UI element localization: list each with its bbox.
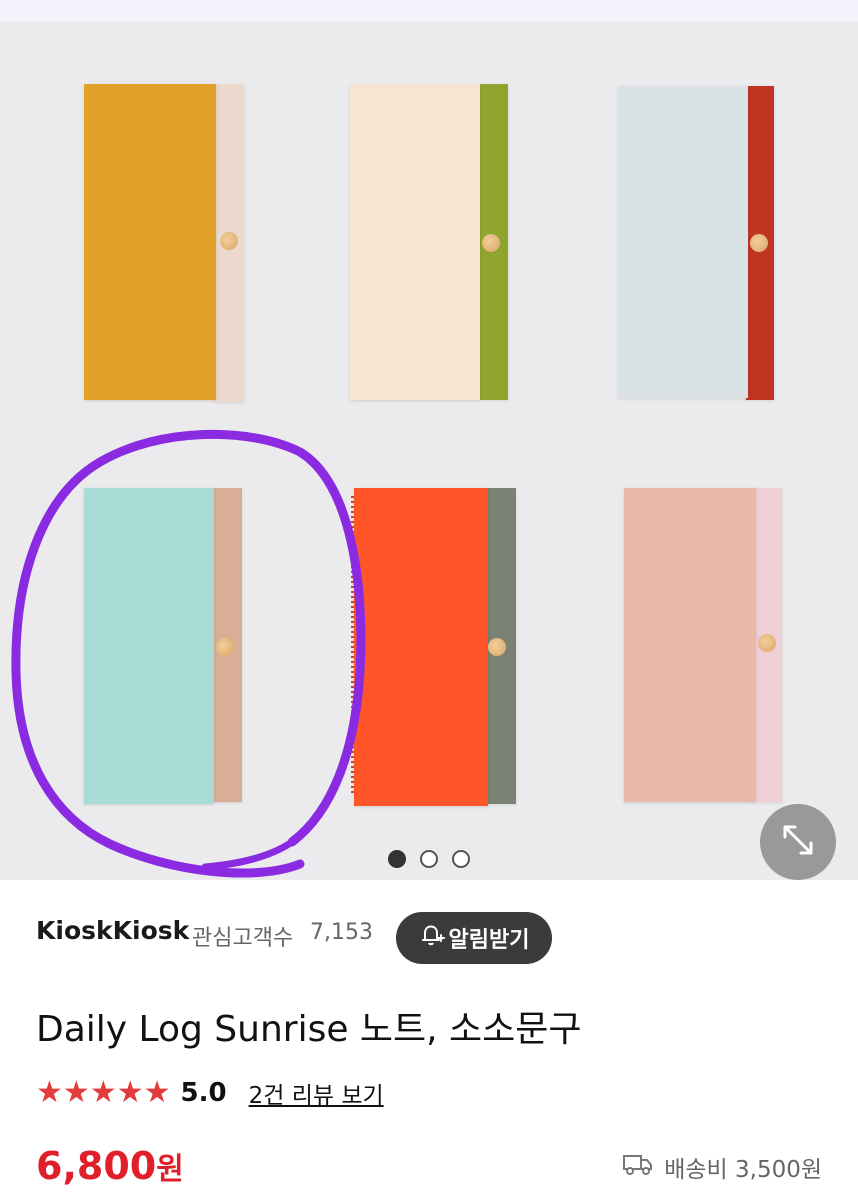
notebook-snap-dot	[482, 234, 500, 252]
notebook-snap-dot	[488, 638, 506, 656]
review-link[interactable]: 2건 리뷰 보기	[249, 1076, 384, 1110]
notify-label: 알림받기	[448, 928, 530, 953]
expand-icon	[781, 823, 815, 861]
bell-plus-icon	[419, 922, 445, 954]
pagination-dot-1[interactable]	[388, 850, 406, 868]
gallery-pagination	[0, 850, 858, 872]
rating-row: ★ ★ ★ ★ ★ 5.0 2건 리뷰 보기	[36, 1076, 384, 1110]
notebook-snap-dot	[750, 234, 768, 252]
notebook-cover	[84, 488, 214, 804]
notebook-cream	[350, 84, 512, 404]
notebook-yellow	[84, 84, 246, 404]
notebook-snap-dot	[216, 638, 234, 656]
notebook-cover	[618, 86, 748, 398]
notify-button[interactable]: 알림받기	[396, 912, 552, 964]
fans-count: 7,153	[310, 920, 373, 945]
notebook-peach	[624, 488, 786, 804]
pagination-dot-2[interactable]	[420, 850, 438, 868]
price-value: 6,800	[36, 1144, 157, 1188]
star-icon: ★	[143, 1075, 171, 1110]
notebook-mint	[84, 488, 246, 806]
product-info: KioskKiosk 관심고객수 7,153 알림받기 Daily Log Su…	[0, 880, 858, 1200]
fans-label: 관심고객수	[192, 926, 294, 951]
product-title: Daily Log Sunrise 노트, 소소문구	[36, 1009, 582, 1050]
price: 6,800원	[36, 1144, 184, 1188]
notebook-snap-dot	[758, 634, 776, 652]
shipping-text: 배송비 3,500원	[664, 1157, 822, 1183]
star-icon: ★	[89, 1075, 117, 1110]
notebook-snap-dot	[220, 232, 238, 250]
notebook-cover	[350, 84, 480, 400]
notebook-cover	[354, 488, 488, 806]
product-image-gallery[interactable]	[0, 22, 858, 880]
star-icon: ★	[116, 1075, 144, 1110]
seller-name[interactable]: KioskKiosk	[36, 916, 189, 945]
shipping-fee: 배송비 3,500원	[622, 1150, 822, 1184]
notebook-cover	[624, 488, 756, 802]
expand-image-button[interactable]	[760, 804, 836, 880]
truck-icon	[622, 1152, 654, 1182]
star-rating: ★ ★ ★ ★ ★	[36, 1078, 171, 1108]
pagination-dot-3[interactable]	[452, 850, 470, 868]
top-bar	[0, 0, 858, 22]
notebook-red-orange	[351, 488, 518, 806]
rating-score: 5.0	[180, 1078, 227, 1108]
notebook-grey-blue	[618, 86, 778, 402]
star-icon: ★	[36, 1075, 63, 1110]
star-icon: ★	[62, 1075, 90, 1110]
notebook-cover	[84, 84, 216, 400]
price-currency: 원	[156, 1152, 184, 1187]
